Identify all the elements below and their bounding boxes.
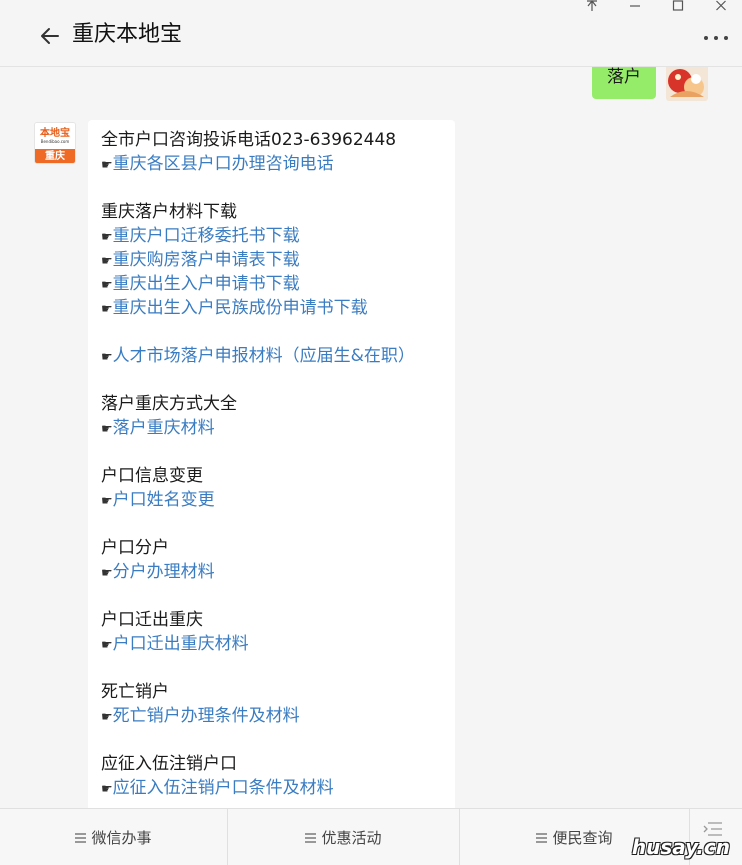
line-spacer bbox=[101, 656, 441, 680]
pointing-hand-icon: ☛ bbox=[101, 710, 113, 725]
pointing-hand-icon: ☛ bbox=[101, 782, 113, 797]
chat-title: 重庆本地宝 bbox=[72, 22, 183, 47]
message-heading: 重庆落户材料下载 bbox=[101, 202, 237, 222]
message-link[interactable]: ☛户口迁出重庆材料 bbox=[101, 632, 441, 656]
line-spacer bbox=[101, 176, 441, 200]
link-text[interactable]: 分户办理材料 bbox=[113, 562, 215, 582]
user-avatar[interactable] bbox=[666, 67, 708, 101]
link-text[interactable]: 重庆出生入户民族成份申请书下载 bbox=[113, 298, 368, 318]
message-heading: 落户重庆方式大全 bbox=[101, 394, 237, 414]
line-spacer bbox=[101, 320, 441, 344]
message-link[interactable]: ☛人才市场落户申报材料（应届生&在职） bbox=[101, 344, 441, 368]
message-link[interactable]: ☛重庆各区县户口办理咨询电话 bbox=[101, 152, 441, 176]
bot-avatar[interactable]: 本地宝 Bendibao.com 重庆 bbox=[34, 122, 76, 164]
message-heading: 死亡销户 bbox=[101, 682, 169, 702]
message-heading: 户口分户 bbox=[101, 538, 169, 558]
pointing-hand-icon: ☛ bbox=[101, 350, 113, 365]
pointing-hand-icon: ☛ bbox=[101, 566, 113, 581]
minimize-icon[interactable] bbox=[613, 0, 656, 14]
arrow-left-icon[interactable] bbox=[38, 24, 62, 48]
close-icon[interactable] bbox=[699, 0, 742, 14]
message-link[interactable]: ☛重庆出生入户申请书下载 bbox=[101, 272, 441, 296]
watermark: husay.cn bbox=[631, 835, 730, 859]
pointing-hand-icon: ☛ bbox=[101, 278, 113, 293]
message-link[interactable]: ☛户口姓名变更 bbox=[101, 488, 441, 512]
window-controls bbox=[570, 0, 742, 14]
pointing-hand-icon: ☛ bbox=[101, 638, 113, 653]
pin-icon[interactable] bbox=[570, 0, 613, 14]
chat-area[interactable]: 落户 本地宝 Bendibao.com 重庆 全市户口咨询投诉电话023-639… bbox=[0, 67, 742, 808]
menu-switch-icon bbox=[703, 821, 722, 836]
user-message-bubble[interactable]: 落户 bbox=[592, 67, 656, 99]
message-heading: 全市户口咨询投诉电话023-63962448 bbox=[101, 130, 397, 150]
link-text[interactable]: 重庆各区县户口办理咨询电话 bbox=[113, 154, 334, 174]
pointing-hand-icon: ☛ bbox=[101, 494, 113, 509]
pointing-hand-icon: ☛ bbox=[101, 254, 113, 269]
message-heading: 户口信息变更 bbox=[101, 466, 203, 486]
line-spacer bbox=[101, 728, 441, 752]
bot-message-bubble: 全市户口咨询投诉电话023-63962448 ☛重庆各区县户口办理咨询电话 重庆落户… bbox=[88, 120, 455, 808]
link-text[interactable]: 户口姓名变更 bbox=[113, 490, 215, 510]
link-text[interactable]: 应征入伍注销户口条件及材料 bbox=[113, 778, 334, 798]
pointing-hand-icon: ☛ bbox=[101, 158, 113, 173]
menu-item-promotions[interactable]: 优惠活动 bbox=[228, 809, 460, 865]
message-link[interactable]: ☛死亡销户办理条件及材料 bbox=[101, 704, 441, 728]
message-link[interactable]: ☛应征入伍注销户口条件及材料 bbox=[101, 776, 441, 800]
message-link[interactable]: ☛重庆出生入户民族成份申请书下载 bbox=[101, 296, 441, 320]
message-link[interactable]: ☛分户办理材料 bbox=[101, 560, 441, 584]
link-text[interactable]: 死亡销户办理条件及材料 bbox=[113, 706, 300, 726]
line-spacer bbox=[101, 512, 441, 536]
message-link[interactable]: ☛重庆户口迁移委托书下载 bbox=[101, 224, 441, 248]
menu-list-icon bbox=[536, 833, 548, 843]
pointing-hand-icon: ☛ bbox=[101, 230, 113, 245]
bottom-menu: 微信办事 优惠活动 便民查询 husay.cn bbox=[0, 808, 742, 865]
message-heading: 应征入伍注销户口 bbox=[101, 754, 237, 774]
line-spacer bbox=[101, 584, 441, 608]
menu-list-icon bbox=[75, 833, 87, 843]
message-link[interactable]: ☛重庆购房落户申请表下载 bbox=[101, 248, 441, 272]
maximize-icon[interactable] bbox=[656, 0, 699, 14]
link-text[interactable]: 重庆购房落户申请表下载 bbox=[113, 250, 300, 270]
more-dots-icon[interactable] bbox=[702, 34, 730, 42]
message-heading: 户口迁出重庆 bbox=[101, 610, 203, 630]
pointing-hand-icon: ☛ bbox=[101, 422, 113, 437]
link-text[interactable]: 重庆出生入户申请书下载 bbox=[113, 274, 300, 294]
link-text[interactable]: 人才市场落户申报材料（应届生&在职） bbox=[113, 346, 415, 366]
pointing-hand-icon: ☛ bbox=[101, 302, 113, 317]
link-text[interactable]: 落户重庆材料 bbox=[113, 418, 215, 438]
menu-list-icon bbox=[305, 833, 317, 843]
menu-item-wechat-services[interactable]: 微信办事 bbox=[0, 809, 228, 865]
line-spacer bbox=[101, 440, 441, 464]
link-text[interactable]: 户口迁出重庆材料 bbox=[113, 634, 249, 654]
message-link[interactable]: ☛落户重庆材料 bbox=[101, 416, 441, 440]
link-text[interactable]: 重庆户口迁移委托书下载 bbox=[113, 226, 300, 246]
bot-avatar-logo: 本地宝 Bendibao.com bbox=[35, 123, 75, 149]
line-spacer bbox=[101, 368, 441, 392]
